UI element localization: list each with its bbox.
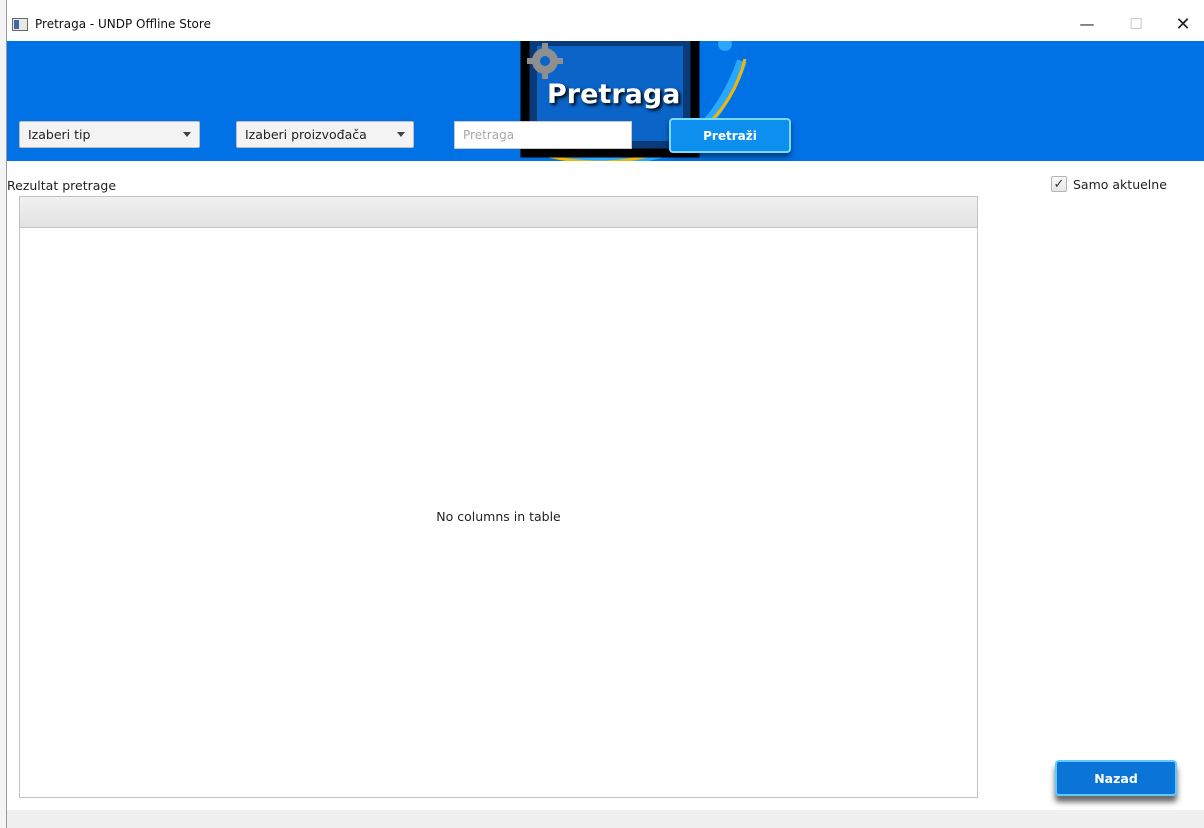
page-title: Pretraga	[547, 79, 681, 110]
manufacturer-select-value: Izaberi proizvođača	[245, 127, 367, 142]
search-button[interactable]: Pretraži	[669, 118, 791, 153]
manufacturer-select[interactable]: Izaberi proizvođača	[236, 121, 414, 148]
app-window: Pretraga - UNDP Offline Store — ☐ ✕ Pret…	[6, 0, 1204, 828]
search-input[interactable]	[454, 121, 632, 149]
checkmark-icon: ✓	[1053, 176, 1065, 192]
caret-down-icon	[397, 132, 405, 137]
type-select[interactable]: Izaberi tip	[19, 121, 200, 148]
only-current-checkbox[interactable]: ✓ Samo aktuelne	[1051, 176, 1167, 192]
header-banner: Pretraga Izaberi tip Izaberi proizvođača…	[7, 41, 1204, 161]
window-title: Pretraga - UNDP Offline Store	[35, 17, 211, 31]
table-empty-message: No columns in table	[436, 509, 561, 524]
only-current-label: Samo aktuelne	[1073, 176, 1167, 192]
close-button[interactable]: ✕	[1161, 9, 1204, 39]
maximize-button[interactable]: ☐	[1114, 9, 1158, 39]
type-select-value: Izaberi tip	[28, 127, 91, 142]
checkbox-box[interactable]: ✓	[1051, 176, 1067, 192]
bottom-strip	[7, 810, 1204, 828]
minimize-button[interactable]: —	[1065, 9, 1109, 39]
back-button[interactable]: Nazad	[1055, 760, 1177, 796]
caret-down-icon	[183, 132, 191, 137]
title-bar: Pretraga - UNDP Offline Store — ☐ ✕	[7, 0, 1204, 41]
app-window-icon	[12, 18, 28, 31]
results-table[interactable]: No columns in table	[19, 196, 978, 798]
results-label: Rezultat pretrage	[7, 178, 117, 193]
table-header	[20, 197, 977, 228]
